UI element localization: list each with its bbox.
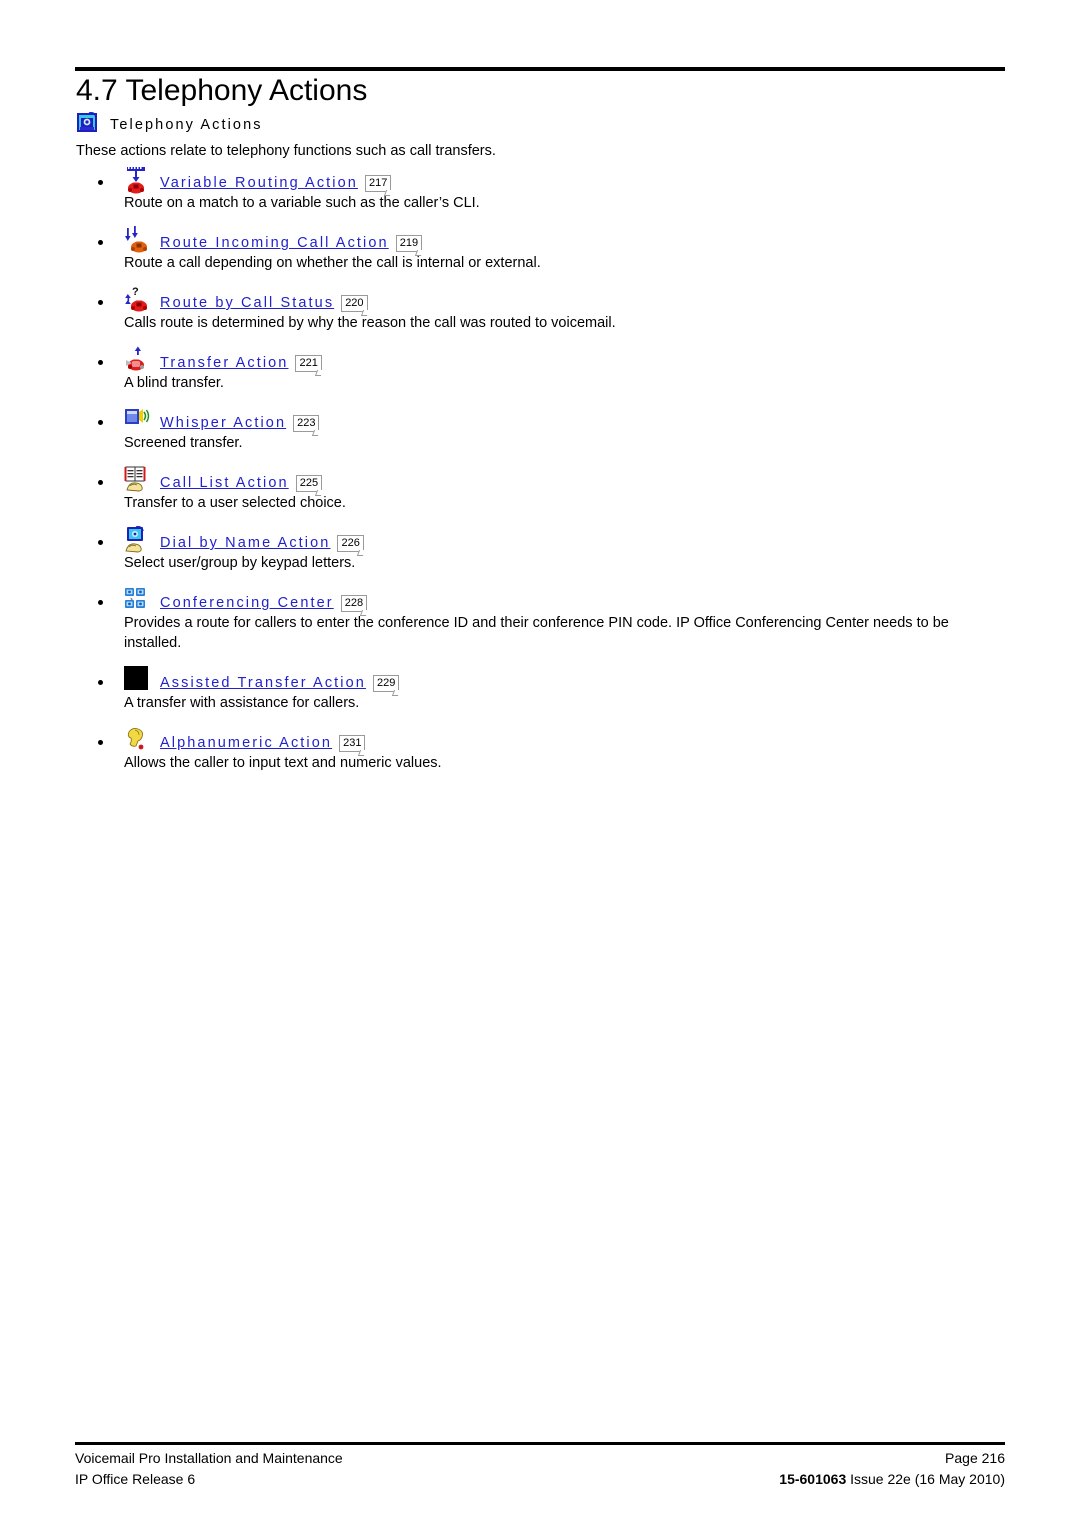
action-description: Route on a match to a variable such as t… bbox=[124, 195, 480, 211]
header-rule bbox=[75, 67, 1005, 71]
action-link-row[interactable]: Route Incoming Call Action 219 bbox=[76, 226, 1006, 253]
action-link-label[interactable]: Route by Call Status bbox=[160, 295, 334, 312]
bullet-icon bbox=[98, 300, 103, 305]
page-reference-badge[interactable]: 226 bbox=[337, 535, 364, 552]
page-reference-badge[interactable]: 217 bbox=[364, 175, 392, 192]
bullet-icon bbox=[98, 480, 103, 485]
intro-paragraph: These actions relate to telephony functi… bbox=[76, 143, 496, 159]
page-reference-badge[interactable]: 228 bbox=[340, 595, 368, 612]
action-description: Route a call depending on whether the ca… bbox=[124, 255, 541, 271]
page-reference-badge[interactable]: 219 bbox=[395, 235, 423, 252]
footer-doc-code: 15-601063 bbox=[779, 1471, 847, 1487]
page-reference-badge[interactable]: 231 bbox=[339, 735, 366, 752]
action-description: Allows the caller to input text and nume… bbox=[124, 755, 442, 771]
action-description: Screened transfer. bbox=[124, 435, 243, 451]
action-link-row[interactable]: Conferencing Center 228 bbox=[76, 586, 1006, 612]
page-footer: Voicemail Pro Installation and Maintenan… bbox=[75, 1448, 1005, 1490]
action-description: Calls route is determined by why the rea… bbox=[124, 315, 616, 331]
blue-arrows-question-mark-telephone-icon: ? bbox=[124, 286, 154, 312]
page-reference-badge[interactable]: 229 bbox=[372, 675, 400, 692]
list-item: Whisper Action 223 Screened transfer. bbox=[76, 406, 1006, 453]
footer-page-number: Page 216 bbox=[945, 1450, 1005, 1466]
action-link-row[interactable]: Dial by Name Action 226 bbox=[76, 526, 1006, 553]
list-item: Dial by Name Action 226 Select user/grou… bbox=[76, 526, 1006, 573]
missing-image-black-square-icon bbox=[124, 666, 154, 692]
page-reference-badge[interactable]: 223 bbox=[293, 415, 320, 432]
page-reference-badge[interactable]: 225 bbox=[295, 475, 323, 492]
action-link-label[interactable]: Conferencing Center bbox=[160, 595, 334, 612]
bullet-icon bbox=[98, 600, 103, 605]
action-link-label[interactable]: Alphanumeric Action bbox=[160, 735, 332, 752]
action-link-row[interactable]: Variable Routing Action 217 bbox=[76, 166, 1006, 194]
list-item: Assisted Transfer Action 229 A transfer … bbox=[76, 666, 1006, 713]
list-item: ? Route by Call Status 220 Calls route i… bbox=[76, 286, 1006, 333]
bullet-icon bbox=[98, 360, 103, 365]
footer-rule bbox=[75, 1442, 1005, 1445]
bullet-icon bbox=[98, 680, 103, 685]
whisper-speaker-icon bbox=[124, 406, 154, 432]
action-description: A transfer with assistance for callers. bbox=[124, 695, 360, 711]
blue-telephone-icon bbox=[76, 111, 99, 139]
intro-heading-row: Telephony Actions bbox=[76, 112, 1006, 138]
list-item: Transfer Action 221 A blind transfer. bbox=[76, 346, 1006, 393]
document-page: 4.7 Telephony Actions Telephony Actions … bbox=[0, 0, 1080, 1528]
red-telephone-with-down-arrow-and-ruler-icon bbox=[124, 166, 154, 194]
conferencing-four-telephones-icon bbox=[124, 586, 154, 612]
list-item: Call List Action 225 Transfer to a user … bbox=[76, 466, 1006, 513]
intro-heading-label: Telephony Actions bbox=[110, 117, 263, 133]
blue-arrows-with-orange-telephone-icon bbox=[124, 226, 154, 253]
call-list-book-hand-icon bbox=[124, 466, 154, 492]
action-link-label[interactable]: Variable Routing Action bbox=[160, 175, 358, 192]
footer-row-2: IP Office Release 6 15-601063 Issue 22e … bbox=[75, 1469, 1005, 1490]
page-reference-badge[interactable]: 220 bbox=[341, 295, 368, 312]
action-link-row[interactable]: ? Route by Call Status 220 bbox=[76, 286, 1006, 312]
telephony-actions-list: Variable Routing Action 217 Route on a m… bbox=[76, 166, 1006, 786]
red-telephone-transfer-icon bbox=[124, 346, 154, 372]
action-link-row[interactable]: Assisted Transfer Action 229 bbox=[76, 666, 1006, 692]
bullet-icon bbox=[98, 240, 103, 245]
footer-document-title: Voicemail Pro Installation and Maintenan… bbox=[75, 1450, 343, 1466]
page-title: 4.7 Telephony Actions bbox=[76, 74, 368, 107]
action-description: A blind transfer. bbox=[124, 375, 224, 391]
action-link-row[interactable]: Transfer Action 221 bbox=[76, 346, 1006, 372]
bullet-icon bbox=[98, 540, 103, 545]
action-link-label[interactable]: Route Incoming Call Action bbox=[160, 235, 389, 252]
action-link-row[interactable]: Call List Action 225 bbox=[76, 466, 1006, 492]
page-reference-badge[interactable]: 221 bbox=[295, 355, 322, 372]
list-item: Conferencing Center 228 Provides a route… bbox=[76, 586, 1006, 653]
action-link-label[interactable]: Transfer Action bbox=[160, 355, 288, 372]
intro-block: Telephony Actions These actions relate t… bbox=[76, 112, 1006, 161]
footer-issue: 15-601063 Issue 22e (16 May 2010) bbox=[779, 1469, 1005, 1490]
list-item: Alphanumeric Action 231 Allows the calle… bbox=[76, 726, 1006, 773]
footer-row-1: Voicemail Pro Installation and Maintenan… bbox=[75, 1448, 1005, 1469]
footer-release: IP Office Release 6 bbox=[75, 1471, 196, 1487]
action-description: Provides a route for callers to enter th… bbox=[124, 615, 949, 651]
dial-by-name-telephone-hand-icon bbox=[124, 526, 154, 553]
action-description: Select user/group by keypad letters. bbox=[124, 555, 356, 571]
bullet-icon bbox=[98, 180, 103, 185]
svg-text:?: ? bbox=[132, 286, 139, 298]
action-link-label[interactable]: Assisted Transfer Action bbox=[160, 675, 366, 692]
footer-issue-rest: Issue 22e (16 May 2010) bbox=[846, 1471, 1005, 1487]
action-link-label[interactable]: Dial by Name Action bbox=[160, 535, 330, 552]
action-link-row[interactable]: Whisper Action 223 bbox=[76, 406, 1006, 432]
bullet-icon bbox=[98, 420, 103, 425]
alphanumeric-yellow-hand-icon bbox=[124, 726, 154, 752]
action-link-label[interactable]: Whisper Action bbox=[160, 415, 286, 432]
action-link-label[interactable]: Call List Action bbox=[160, 475, 289, 492]
action-link-row[interactable]: Alphanumeric Action 231 bbox=[76, 726, 1006, 752]
action-description: Transfer to a user selected choice. bbox=[124, 495, 346, 511]
list-item: Variable Routing Action 217 Route on a m… bbox=[76, 166, 1006, 213]
bullet-icon bbox=[98, 740, 103, 745]
list-item: Route Incoming Call Action 219 Route a c… bbox=[76, 226, 1006, 273]
